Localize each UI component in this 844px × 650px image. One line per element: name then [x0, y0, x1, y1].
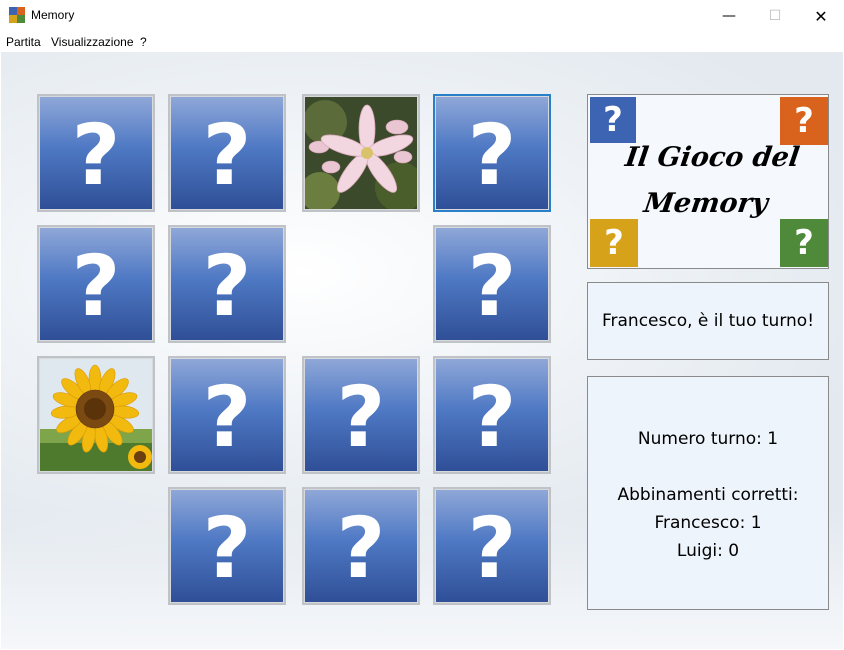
card-r2-c1[interactable]: ?: [168, 356, 286, 474]
turn-number: Numero turno: 1: [637, 429, 779, 449]
question-mark-icon: ?: [467, 237, 517, 335]
logo-title: Il Gioco del Memory: [612, 135, 807, 227]
sunflower-image: [40, 359, 152, 471]
question-mark-icon: ?: [71, 237, 121, 335]
card-back: ?: [305, 359, 417, 471]
player2-score: Luigi: 0: [676, 541, 740, 561]
menu-visualizzazione[interactable]: Visualizzazione: [51, 35, 134, 49]
card-back: ?: [40, 228, 152, 340]
card-back: ?: [436, 97, 548, 209]
matches-heading: Abbinamenti corretti:: [617, 485, 799, 505]
close-button[interactable]: ✕: [798, 0, 844, 32]
turn-message: Francesco, è il tuo turno!: [601, 311, 815, 331]
card-r2-c3[interactable]: ?: [433, 356, 551, 474]
question-mark-icon: ?: [71, 106, 121, 204]
memory-app-icon: [9, 7, 25, 23]
card-r0-c0[interactable]: ?: [37, 94, 155, 212]
question-mark-icon: ?: [467, 499, 517, 597]
game-area: ? ? ? ? ? ? ? ? ? ? ? ? ? ? ? ? Il Gioco…: [1, 52, 843, 649]
menu-help[interactable]: ?: [140, 35, 147, 49]
title-bar: Memory — ☐ ✕: [0, 0, 844, 32]
question-mark-icon: ?: [202, 368, 252, 466]
card-back: ?: [436, 228, 548, 340]
minimize-button[interactable]: —: [706, 0, 752, 32]
card-r0-c3[interactable]: ?: [433, 94, 551, 212]
card-r3-c1[interactable]: ?: [168, 487, 286, 605]
menu-partita[interactable]: Partita: [6, 35, 41, 49]
question-mark-icon: ?: [336, 368, 386, 466]
card-r3-c2[interactable]: ?: [302, 487, 420, 605]
menu-bar: Partita Visualizzazione ?: [0, 32, 844, 52]
card-r0-c2[interactable]: [302, 94, 420, 212]
card-back: ?: [40, 97, 152, 209]
turn-panel: Francesco, è il tuo turno!: [587, 282, 829, 360]
card-back: ?: [436, 490, 548, 602]
card-r2-c2[interactable]: ?: [302, 356, 420, 474]
card-r1-c3[interactable]: ?: [433, 225, 551, 343]
question-mark-icon: ?: [467, 368, 517, 466]
card-back: ?: [305, 490, 417, 602]
card-back: ?: [436, 359, 548, 471]
question-mark-icon: ?: [202, 499, 252, 597]
question-mark-icon: ?: [467, 106, 517, 204]
card-back: ?: [171, 359, 283, 471]
card-r2-c0[interactable]: [37, 356, 155, 474]
pink-lily-flower-image: [305, 97, 417, 209]
player1-score: Francesco: 1: [654, 513, 762, 533]
card-back: ?: [171, 490, 283, 602]
score-panel: Numero turno: 1 Abbinamenti corretti: Fr…: [587, 376, 829, 610]
maximize-button[interactable]: ☐: [752, 0, 798, 32]
logo-title-line1: Il Gioco del: [623, 142, 802, 173]
question-mark-icon: ?: [202, 106, 252, 204]
card-r0-c1[interactable]: ?: [168, 94, 286, 212]
window-title: Memory: [31, 8, 75, 22]
logo-title-line2: Memory: [641, 188, 770, 219]
card-back: ?: [171, 97, 283, 209]
question-mark-icon: ?: [202, 237, 252, 335]
card-back: ?: [171, 228, 283, 340]
card-r3-c3[interactable]: ?: [433, 487, 551, 605]
question-mark-icon: ?: [336, 499, 386, 597]
card-r1-c1[interactable]: ?: [168, 225, 286, 343]
game-logo: ? ? ? ? Il Gioco del Memory: [587, 94, 829, 269]
card-r1-c0[interactable]: ?: [37, 225, 155, 343]
